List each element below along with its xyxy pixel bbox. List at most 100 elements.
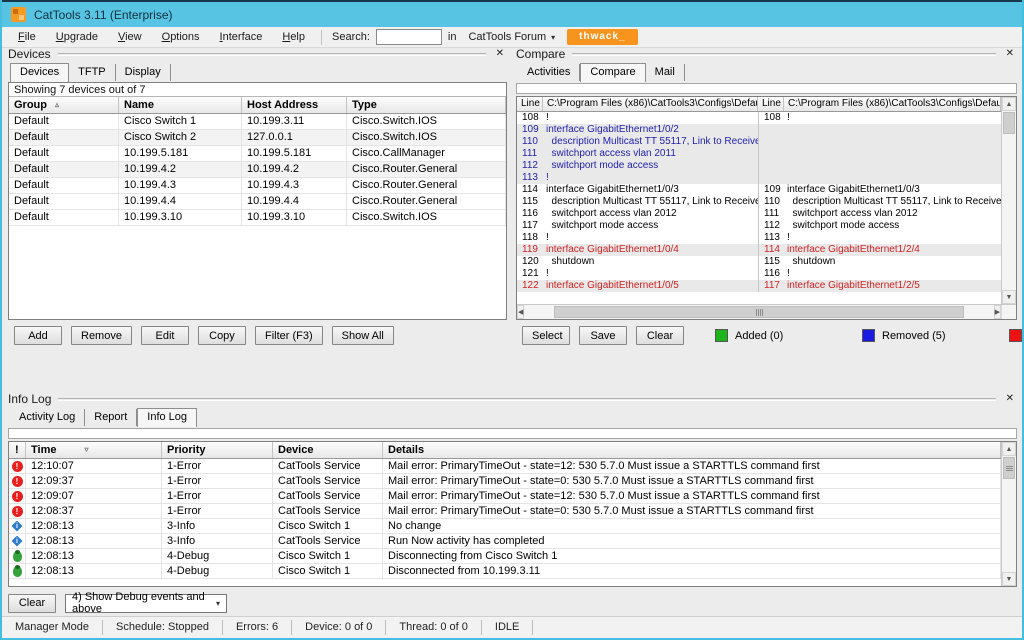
log-row[interactable]: ! i 12:09:07 1-Error CatTools Service Ma… <box>9 489 1001 504</box>
show-all-button[interactable]: Show All <box>332 326 394 345</box>
search-input[interactable] <box>376 29 442 45</box>
compare-panel: Compare ✕ ActivitiesCompareMail Line C:\… <box>516 46 1017 345</box>
save-button[interactable]: Save <box>579 326 627 345</box>
diff-row[interactable]: 112 switchport mode access <box>517 160 1001 172</box>
menu-item[interactable]: Interface <box>210 28 273 46</box>
column-header-line-left[interactable]: Line <box>517 97 543 111</box>
column-header-group[interactable]: Group ▵ <box>9 97 119 113</box>
column-header-details[interactable]: Details <box>383 442 1001 458</box>
scrollbar-thumb[interactable] <box>1003 457 1015 479</box>
log-row[interactable]: ! i 12:08:13 3-Info CatTools Service Run… <box>9 534 1001 549</box>
scroll-down-icon[interactable]: ▼ <box>1002 572 1016 586</box>
device-row[interactable]: Default Cisco Switch 2 127.0.0.1 Cisco.S… <box>9 130 506 146</box>
column-header-time[interactable]: Time ▿ <box>26 442 162 458</box>
diff-row[interactable]: 114 interface GigabitEthernet1/0/3 109 i… <box>517 184 1001 196</box>
tab[interactable]: Info Log <box>137 408 197 427</box>
menu-item[interactable]: Upgrade <box>46 28 108 46</box>
scrollbar-track[interactable] <box>1002 480 1016 572</box>
log-row[interactable]: ! i 12:08:13 4-Debug Cisco Switch 1 Disc… <box>9 564 1001 579</box>
log-row[interactable]: ! i 12:10:07 1-Error CatTools Service Ma… <box>9 459 1001 474</box>
tab[interactable]: Activities <box>518 64 580 81</box>
close-icon[interactable]: ✕ <box>493 48 507 59</box>
diff-row[interactable]: 122 interface GigabitEthernet1/0/5 117 i… <box>517 280 1001 292</box>
diff-row[interactable]: 117 switchport mode access 112 switchpor… <box>517 220 1001 232</box>
remove-button[interactable]: Remove <box>71 326 132 345</box>
diff-row[interactable]: 121 ! 116 ! <box>517 268 1001 280</box>
column-header-name[interactable]: Name <box>119 97 242 113</box>
diff-row[interactable]: 110 description Multicast TT 55117, Link… <box>517 136 1001 148</box>
device-row[interactable]: Default 10.199.4.4 10.199.4.4 Cisco.Rout… <box>9 194 506 210</box>
diff-row[interactable]: 113 ! <box>517 172 1001 184</box>
column-header-host[interactable]: Host Address <box>242 97 347 113</box>
device-row[interactable]: Default Cisco Switch 1 10.199.3.11 Cisco… <box>9 114 506 130</box>
cell-name: Cisco Switch 1 <box>119 114 242 129</box>
clear-button[interactable]: Clear <box>636 326 684 345</box>
diff-row[interactable]: 111 switchport access vlan 2011 <box>517 148 1001 160</box>
add-button[interactable]: Add <box>14 326 62 345</box>
tab[interactable]: Devices <box>10 63 69 82</box>
menu-item[interactable]: Options <box>152 28 210 46</box>
thwack-button[interactable]: thwack_ <box>567 29 637 45</box>
cell-host: 10.199.4.3 <box>242 178 347 193</box>
edit-button[interactable]: Edit <box>141 326 189 345</box>
column-header-right-file[interactable]: C:\Program Files (x86)\CatTools3\Configs… <box>784 97 1001 111</box>
filter-button[interactable]: Filter (F3) <box>255 326 323 345</box>
scrollbar-thumb[interactable] <box>1003 112 1015 134</box>
select-button[interactable]: Select <box>522 326 570 345</box>
devices-empty-area <box>9 226 506 319</box>
device-row[interactable]: Default 10.199.3.10 10.199.3.10 Cisco.Sw… <box>9 210 506 226</box>
cell-device: CatTools Service <box>273 489 383 503</box>
diff-row[interactable]: 108 ! 108 ! <box>517 112 1001 124</box>
close-icon[interactable]: ✕ <box>1003 393 1017 404</box>
column-header-left-file[interactable]: C:\Program Files (x86)\CatTools3\Configs… <box>543 97 758 111</box>
compare-vertical-scrollbar[interactable]: ▲ ▼ <box>1001 97 1016 304</box>
cell-time: 12:08:13 <box>26 564 162 578</box>
tab[interactable]: Report <box>85 409 137 426</box>
diff-left-text: description Multicast TT 55117, Link to … <box>543 196 758 208</box>
diff-row[interactable]: 118 ! 113 ! <box>517 232 1001 244</box>
diff-row[interactable]: 120 shutdown 115 shutdown <box>517 256 1001 268</box>
tab[interactable]: TFTP <box>69 64 116 81</box>
device-row[interactable]: Default 10.199.5.181 10.199.5.181 Cisco.… <box>9 146 506 162</box>
scrollbar-track[interactable] <box>1002 135 1016 290</box>
column-header-device[interactable]: Device <box>273 442 383 458</box>
tab[interactable]: Display <box>116 64 171 81</box>
menu-item[interactable]: Help <box>272 28 315 46</box>
menu-item[interactable]: File <box>8 28 46 46</box>
scroll-up-icon[interactable]: ▲ <box>1002 97 1016 111</box>
menu-items: FileUpgradeViewOptionsInterfaceHelp <box>2 28 315 46</box>
compare-horizontal-scrollbar[interactable]: ◀ ▶ <box>517 305 1001 319</box>
devices-table-header: Group ▵ Name Host Address Type <box>9 97 506 114</box>
column-header-type[interactable]: Type <box>347 97 506 113</box>
diff-row[interactable]: 109 interface GigabitEthernet1/0/2 <box>517 124 1001 136</box>
device-row[interactable]: Default 10.199.4.2 10.199.4.2 Cisco.Rout… <box>9 162 506 178</box>
log-row[interactable]: ! i 12:08:13 3-Info Cisco Switch 1 No ch… <box>9 519 1001 534</box>
log-row[interactable]: ! i 12:08:37 1-Error CatTools Service Ma… <box>9 504 1001 519</box>
scroll-left-icon[interactable]: ◀ <box>517 305 524 319</box>
scroll-down-icon[interactable]: ▼ <box>1002 290 1016 304</box>
log-level-dropdown[interactable]: 4) Show Debug events and above ▾ <box>65 594 227 613</box>
scroll-up-icon[interactable]: ▲ <box>1002 442 1016 456</box>
copy-button[interactable]: Copy <box>198 326 246 345</box>
tab[interactable]: Activity Log <box>10 409 85 426</box>
tab[interactable]: Compare <box>580 63 645 82</box>
log-row[interactable]: ! i 12:08:13 4-Debug Cisco Switch 1 Disc… <box>9 549 1001 564</box>
column-header-flag[interactable]: ! <box>9 442 26 458</box>
cell-host: 127.0.0.1 <box>242 130 347 145</box>
infolog-vertical-scrollbar[interactable]: ▲ ▼ <box>1001 442 1016 586</box>
infolog-toolbar-strip <box>8 428 1017 439</box>
diff-row[interactable]: 119 interface GigabitEthernet1/0/4 114 i… <box>517 244 1001 256</box>
menu-item[interactable]: View <box>108 28 152 46</box>
scroll-right-icon[interactable]: ▶ <box>994 305 1001 319</box>
tab[interactable]: Mail <box>646 64 685 81</box>
search-scope-dropdown[interactable]: CatTools Forum ▾ <box>462 29 561 45</box>
column-header-priority[interactable]: Priority <box>162 442 273 458</box>
infolog-clear-button[interactable]: Clear <box>8 594 56 613</box>
diff-row[interactable]: 116 switchport access vlan 2012 111 swit… <box>517 208 1001 220</box>
column-header-line-right[interactable]: Line <box>758 97 784 111</box>
log-row[interactable]: ! i 12:09:37 1-Error CatTools Service Ma… <box>9 474 1001 489</box>
close-icon[interactable]: ✕ <box>1003 48 1017 59</box>
device-row[interactable]: Default 10.199.4.3 10.199.4.3 Cisco.Rout… <box>9 178 506 194</box>
diff-row[interactable]: 115 description Multicast TT 55117, Link… <box>517 196 1001 208</box>
scrollbar-thumb[interactable] <box>554 306 963 318</box>
